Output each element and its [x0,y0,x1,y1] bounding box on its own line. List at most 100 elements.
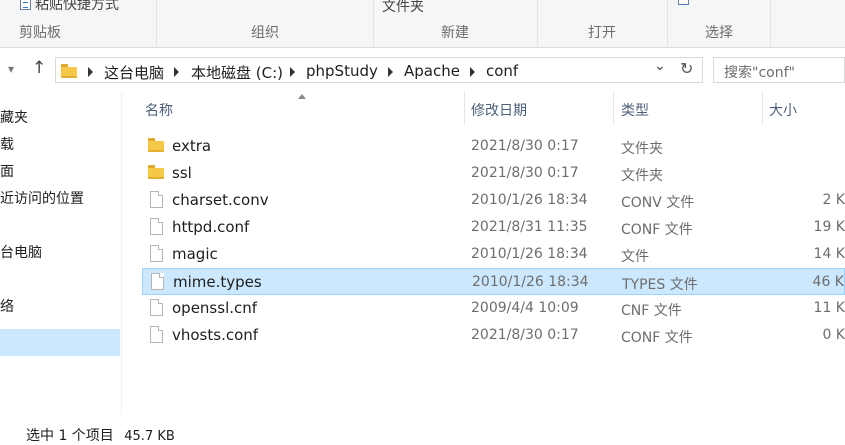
file-icon [150,191,163,208]
nav-item-desktop[interactable]: 面 [0,161,14,181]
breadcrumb-phpstudy[interactable]: phpStudy [306,62,378,80]
address-bar[interactable]: 这台电脑 本地磁盘 (C:) phpStudy Apache conf ⌄ ↻ [55,57,703,83]
column-header-size[interactable]: 大小 [769,100,797,120]
file-date: 2010/1/26 18:34 [471,246,588,262]
open-group: 打开 [538,0,666,48]
file-row-magic[interactable]: magic 2010/1/26 18:34 文件 14 K [142,241,845,268]
new-folder-button[interactable]: 文件夹 [382,0,424,16]
breadcrumb-this-pc[interactable]: 这台电脑 [104,62,164,83]
sort-ascending-icon [298,94,306,99]
status-size: 45.7 KB [124,429,175,444]
file-row-extra[interactable]: extra 2021/8/30 0:17 文件夹 [142,133,845,160]
column-header-name[interactable]: 名称 [145,100,173,120]
folder-icon [148,165,164,179]
file-list: 名称 修改日期 类型 大小 extra 2021/8/30 0:17 文件夹 s… [122,92,845,414]
file-name: mime.types [173,273,262,291]
status-selection: 选中 1 个项目 [26,428,114,444]
nav-item-this-pc[interactable]: 台电脑 [0,242,42,262]
clipboard-group-label: 剪贴板 [19,25,61,41]
file-type: CONV 文件 [621,195,695,211]
paste-shortcut-icon [20,0,31,10]
file-size: 0 K [822,327,845,343]
refresh-icon[interactable]: ↻ [680,59,693,78]
up-arrow-icon[interactable]: ↑ [32,58,46,78]
chevron-right-icon[interactable] [388,67,393,77]
chevron-down-icon[interactable]: ⌄ [654,58,666,74]
file-row-ssl[interactable]: ssl 2021/8/30 0:17 文件夹 [142,160,845,187]
paste-shortcut-button[interactable]: 粘贴快捷方式 [20,0,119,14]
file-date: 2021/8/30 0:17 [471,138,579,154]
nav-item-favorites[interactable]: 藏夹 [0,107,28,127]
file-icon [150,245,163,262]
select-all-button[interactable] [678,0,693,8]
column-divider[interactable] [762,92,763,124]
file-size: 46 K [812,274,844,290]
breadcrumb-apache[interactable]: Apache [404,62,460,80]
file-type: TYPES 文件 [622,277,698,293]
chevron-right-icon[interactable] [88,67,93,77]
search-placeholder: 搜索"conf" [724,65,795,81]
file-date: 2010/1/26 18:34 [472,274,589,290]
new-group-label: 新建 [441,25,469,41]
file-size: 19 K [813,219,845,235]
status-text: 选中 1 个项目 45.7 KB [26,425,175,445]
file-name: vhosts.conf [172,326,259,344]
column-divider[interactable] [613,92,614,124]
file-date: 2009/4/4 10:09 [471,300,579,316]
folder-icon [148,138,164,152]
nav-item-downloads[interactable]: 载 [0,134,14,154]
file-type: CONF 文件 [621,330,693,346]
file-size: 2 K [822,192,845,208]
file-size: 14 K [813,246,845,262]
navigation-pane: 藏夹 载 面 近访问的位置 台电脑 络 [0,92,122,414]
breadcrumb-local-disk[interactable]: 本地磁盘 (C:) [191,62,283,83]
file-date: 2010/1/26 18:34 [471,192,588,208]
column-divider[interactable] [464,92,465,124]
file-name: extra [172,137,212,155]
file-date: 2021/8/30 0:17 [471,165,579,181]
organize-group-label: 组织 [251,25,279,41]
ribbon-divider [770,0,771,46]
select-group-label: 选择 [705,25,733,41]
nav-item-network[interactable]: 络 [0,296,14,316]
file-name: magic [172,245,218,263]
breadcrumb-conf[interactable]: conf [486,62,518,80]
folder-icon [61,64,77,78]
file-row-mime-types[interactable]: mime.types 2010/1/26 18:34 TYPES 文件 46 K [142,268,845,295]
new-group: 文件夹 新建 [374,0,536,48]
file-row-vhosts-conf[interactable]: vhosts.conf 2021/8/30 0:17 CONF 文件 0 K [142,322,845,349]
ribbon: 粘贴快捷方式 剪贴板 组织 文件夹 新建 打开 选择 [0,0,845,48]
file-icon [150,218,163,235]
nav-item-recent-places[interactable]: 近访问的位置 [0,188,84,208]
organize-group: 组织 [157,0,373,48]
file-row-charset-conv[interactable]: charset.conv 2010/1/26 18:34 CONV 文件 2 K [142,187,845,214]
recent-locations-icon[interactable]: ▾ [8,62,14,76]
file-type: 文件 [621,249,649,265]
chevron-right-icon[interactable] [174,67,179,77]
search-input[interactable]: 搜索"conf" [713,57,845,83]
open-group-label: 打开 [588,25,616,41]
file-row-openssl-cnf[interactable]: openssl.cnf 2009/4/4 10:09 CNF 文件 11 K [142,295,845,322]
file-date: 2021/8/31 11:35 [471,219,588,235]
file-type: CNF 文件 [621,303,682,319]
file-icon [150,326,163,343]
file-type: 文件夹 [621,141,663,157]
chevron-right-icon[interactable] [470,67,475,77]
status-bar: 选中 1 个项目 45.7 KB [0,414,845,445]
file-row-httpd-conf[interactable]: httpd.conf 2021/8/31 11:35 CONF 文件 19 K [142,214,845,241]
select-all-icon [678,0,689,5]
chevron-right-icon[interactable] [290,67,295,77]
file-name: openssl.cnf [172,299,258,317]
file-icon [150,299,163,316]
column-header-type[interactable]: 类型 [621,100,649,120]
nav-selection-highlight [0,329,120,356]
file-date: 2021/8/30 0:17 [471,327,579,343]
file-type: 文件夹 [621,168,663,184]
column-header-date[interactable]: 修改日期 [471,100,527,120]
file-name: charset.conv [172,191,269,209]
file-name: ssl [172,164,192,182]
file-name: httpd.conf [172,218,250,236]
file-icon [151,273,164,290]
file-type: CONF 文件 [621,222,693,238]
file-size: 11 K [813,300,845,316]
